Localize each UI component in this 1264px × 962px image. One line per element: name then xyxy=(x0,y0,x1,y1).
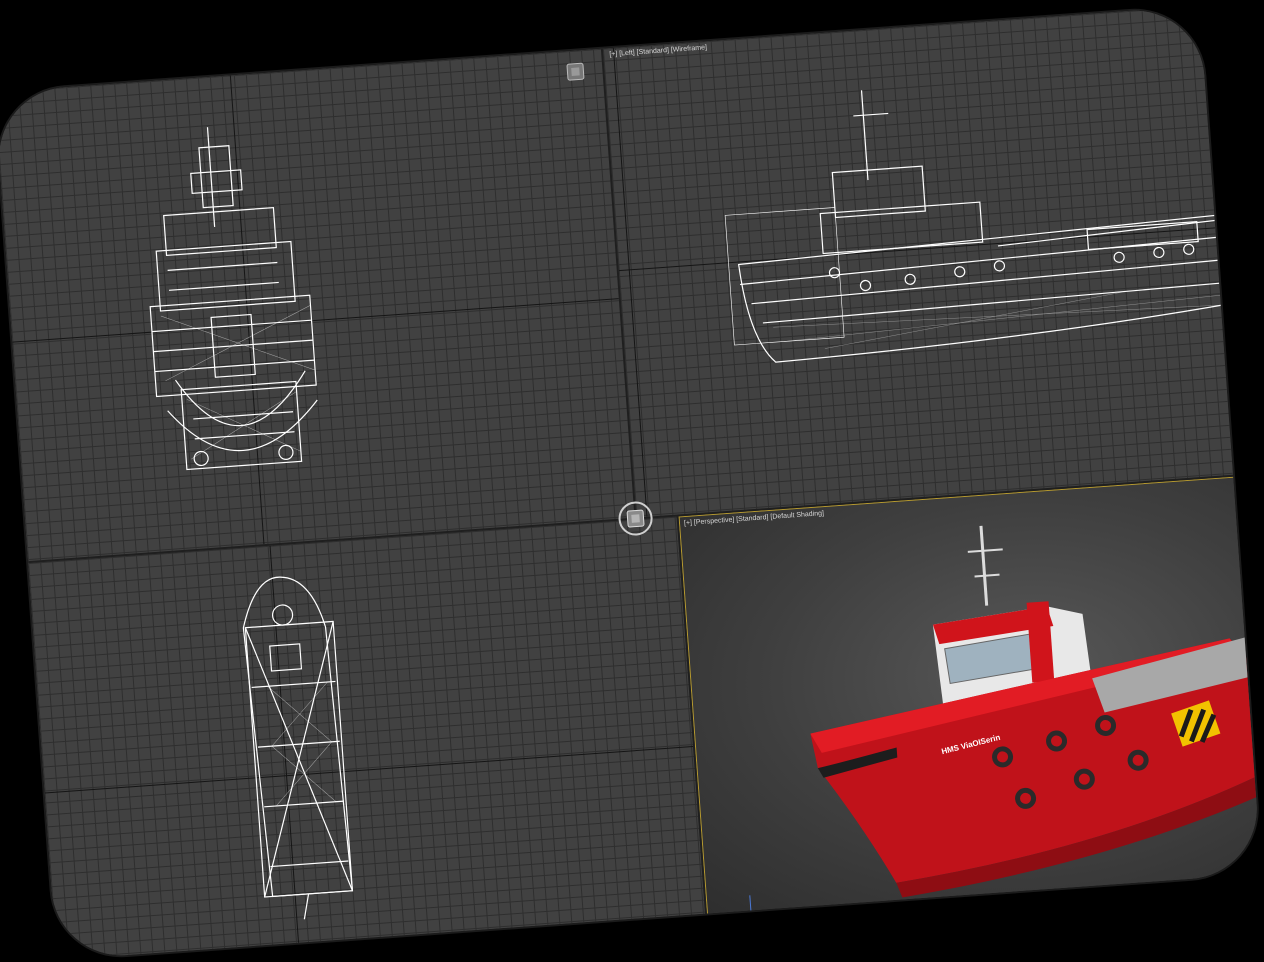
viewport-top[interactable] xyxy=(28,516,705,961)
viewcube-icon-center[interactable] xyxy=(615,498,656,539)
3d-editor-screen: [+] [Left] [Standard] [Wireframe] [+] [P… xyxy=(0,5,1262,961)
wireframe-ship-side xyxy=(724,90,1224,363)
viewcube-icon[interactable] xyxy=(564,60,588,84)
wireframe-ship-front xyxy=(149,127,318,471)
viewport-perspective[interactable]: [+] [Perspective] [Standard] [Default Sh… xyxy=(678,476,1262,916)
viewport-front[interactable] xyxy=(0,48,635,562)
wireframe-ship-top xyxy=(242,576,354,920)
axis-tripod-icon xyxy=(749,895,752,912)
viewport-left[interactable]: [+] [Left] [Standard] [Wireframe] xyxy=(602,5,1233,518)
rendered-ship: HMS ViaOISerin xyxy=(810,525,1258,898)
screenshot-stage: [+] [Left] [Standard] [Wireframe] [+] [P… xyxy=(0,0,1264,962)
